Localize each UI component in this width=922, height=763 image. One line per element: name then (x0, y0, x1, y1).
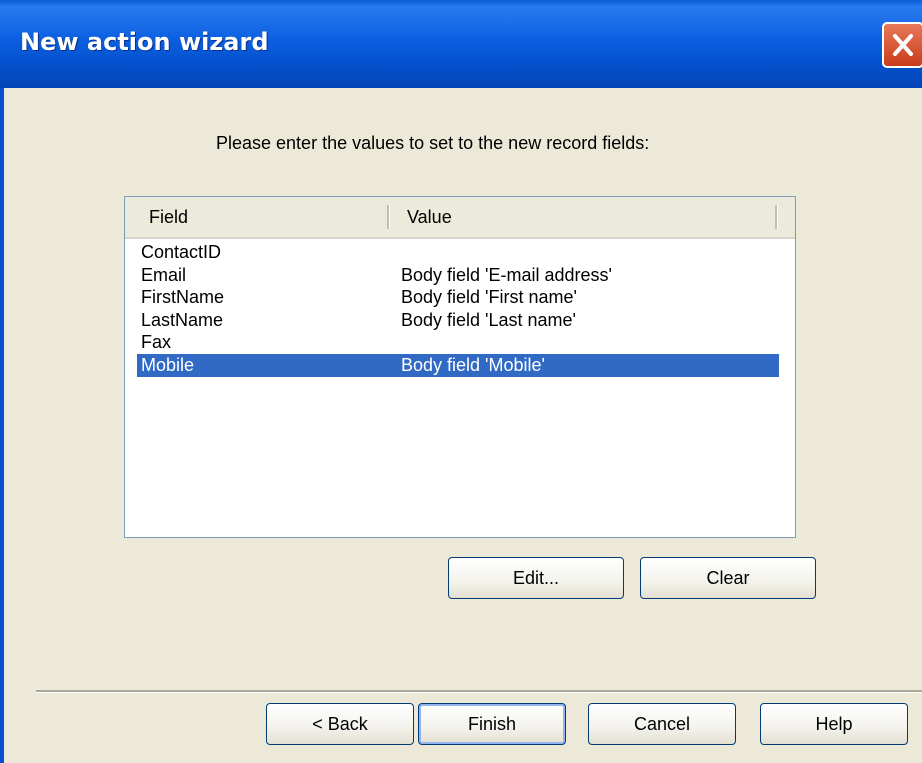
close-icon (893, 34, 913, 56)
table-row-selected[interactable]: Mobile Body field 'Mobile' (137, 353, 779, 377)
table-row[interactable]: ContactID (137, 241, 779, 264)
field-cell: Fax (141, 332, 172, 353)
clear-button[interactable]: Clear (640, 557, 816, 599)
cancel-button[interactable]: Cancel (588, 703, 736, 745)
value-cell: Body field 'First name' (401, 287, 577, 308)
title-bar[interactable]: New action wizard (0, 0, 922, 88)
table-row[interactable]: LastName Body field 'Last name' (137, 309, 779, 332)
help-button[interactable]: Help (760, 703, 908, 745)
table-row[interactable]: FirstName Body field 'First name' (137, 286, 779, 309)
column-divider[interactable] (775, 205, 778, 229)
list-header: Field Value (125, 197, 795, 239)
value-cell: Body field 'Mobile' (401, 354, 545, 375)
list-rows: ContactID Email Body field 'E-mail addre… (125, 241, 795, 377)
field-cell: LastName (141, 309, 224, 330)
close-button[interactable] (882, 22, 922, 68)
fields-list[interactable]: Field Value ContactID Email Body field '… (124, 196, 796, 538)
instruction-text: Please enter the values to set to the ne… (216, 133, 650, 153)
column-divider[interactable] (387, 205, 390, 229)
edit-button[interactable]: Edit... (448, 557, 624, 599)
column-header-field[interactable]: Field (149, 207, 188, 228)
window-border (0, 88, 4, 763)
field-cell: ContactID (141, 242, 222, 262)
value-cell: Body field 'Last name' (401, 309, 576, 330)
field-cell: FirstName (141, 287, 225, 308)
value-cell: Body field 'E-mail address' (401, 264, 612, 285)
table-row[interactable]: Fax (137, 331, 779, 354)
field-cell: Mobile (141, 354, 195, 375)
window-title: New action wizard (20, 28, 269, 56)
finish-button[interactable]: Finish (418, 703, 566, 745)
column-header-value[interactable]: Value (407, 207, 452, 228)
separator (36, 690, 922, 693)
field-cell: Email (141, 264, 187, 285)
back-button[interactable]: < Back (266, 703, 414, 745)
wizard-window: New action wizard Please enter the value… (0, 0, 922, 763)
table-row[interactable]: Email Body field 'E-mail address' (137, 264, 779, 287)
